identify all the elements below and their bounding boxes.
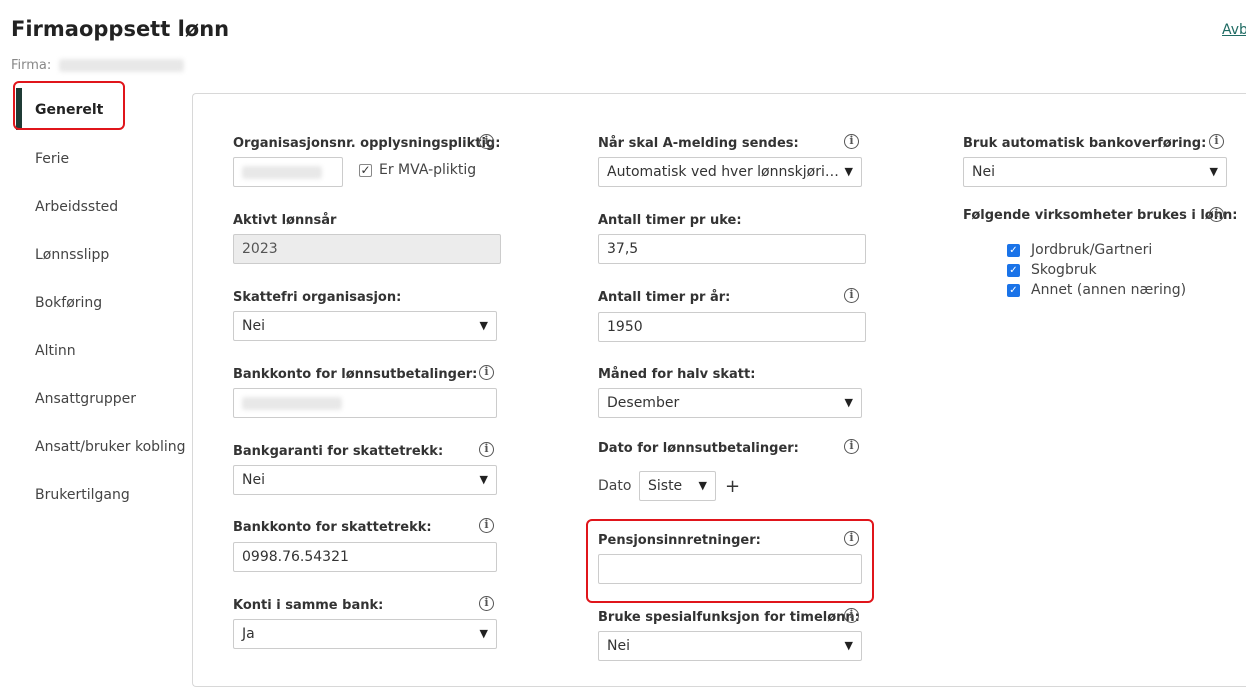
halv-skatt-label: Måned for halv skatt: [598, 367, 756, 382]
timer-ar-label: Antall timer pr år: [598, 290, 731, 305]
cancel-link[interactable]: Avb [1222, 22, 1246, 38]
info-icon[interactable]: i [479, 134, 494, 149]
company-name-redacted [59, 59, 185, 72]
mva-checkbox[interactable]: ✓ [359, 164, 372, 177]
sidebar-item-lonnsslipp[interactable]: Lønnsslipp [35, 247, 109, 263]
company-line: Firma: [11, 58, 185, 73]
info-icon[interactable]: i [844, 608, 859, 623]
dato-prefix: Dato [598, 478, 632, 494]
info-icon[interactable]: i [479, 596, 494, 611]
skogbruk-label: Skogbruk [1031, 262, 1097, 278]
timer-uke-field[interactable]: 37,5 [598, 234, 866, 264]
chevron-down-icon: ▼ [844, 639, 853, 652]
lonnsar-label: Aktivt lønnsår [233, 213, 337, 228]
bankkonto-skatt-label: Bankkonto for skattetrekk: [233, 520, 432, 535]
sidebar-item-ansattgrupper[interactable]: Ansattgrupper [35, 391, 136, 407]
amelding-value: Automatisk ved hver lønnskjøri… [607, 164, 839, 180]
skattefri-value: Nei [242, 318, 265, 334]
sidebar-item-brukertilgang[interactable]: Brukertilgang [35, 487, 130, 503]
jordbruk-label: Jordbruk/Gartneri [1031, 242, 1153, 258]
bankkonto-lonn-label: Bankkonto for lønnsutbetalinger: [233, 367, 478, 382]
info-icon[interactable]: i [844, 134, 859, 149]
chevron-down-icon: ▼ [1209, 165, 1218, 178]
company-label: Firma: [11, 58, 52, 73]
chevron-down-icon: ▼ [479, 627, 488, 640]
jordbruk-checkbox[interactable]: ✓ [1007, 244, 1020, 257]
dato-select[interactable]: Siste ▼ [639, 471, 716, 501]
bankoverforing-value: Nei [972, 164, 995, 180]
info-icon[interactable]: i [844, 531, 859, 546]
page-title: Firmaoppsett lønn [11, 17, 230, 41]
bankgaranti-select[interactable]: Nei ▼ [233, 465, 497, 495]
sidebar-item-generelt[interactable]: Generelt [35, 102, 103, 118]
checkmark-icon: ✓ [360, 163, 371, 177]
sidebar-item-bokforing[interactable]: Bokføring [35, 295, 102, 311]
annet-label: Annet (annen næring) [1031, 282, 1187, 298]
dato-label: Dato for lønnsutbetalinger: [598, 441, 799, 456]
pensjon-field[interactable] [598, 554, 862, 584]
virksomheter-label: Følgende virksomheter brukes i lønn: [963, 208, 1238, 223]
info-icon[interactable]: i [479, 518, 494, 533]
timer-uke-label: Antall timer pr uke: [598, 213, 742, 228]
spesial-select[interactable]: Nei ▼ [598, 631, 862, 661]
checkmark-icon: ✓ [1009, 265, 1018, 276]
info-icon[interactable]: i [1209, 134, 1224, 149]
bankgaranti-label: Bankgaranti for skattetrekk: [233, 444, 444, 459]
info-icon[interactable]: i [479, 365, 494, 380]
spesial-label: Bruke spesialfunksjon for timelønn: [598, 610, 860, 625]
dato-value: Siste [648, 478, 683, 494]
konti-select[interactable]: Ja ▼ [233, 619, 497, 649]
spesial-value: Nei [607, 638, 630, 654]
bankoverforing-select[interactable]: Nei ▼ [963, 157, 1227, 187]
sidebar-item-altinn[interactable]: Altinn [35, 343, 76, 359]
timer-ar-field[interactable]: 1950 [598, 312, 866, 342]
sidebar-item-arbeidssted[interactable]: Arbeidssted [35, 199, 118, 215]
orgnr-label: Organisasjonsnr. opplysningspliktig: [233, 136, 501, 151]
sidebar-item-ansatt-bruker-kobling[interactable]: Ansatt/bruker kobling [35, 439, 186, 455]
info-icon[interactable]: i [844, 288, 859, 303]
chevron-down-icon: ▼ [844, 165, 853, 178]
annet-checkbox[interactable]: ✓ [1007, 284, 1020, 297]
skogbruk-checkbox[interactable]: ✓ [1007, 264, 1020, 277]
amelding-label: Når skal A-melding sendes: [598, 136, 799, 151]
skattefri-label: Skattefri organisasjon: [233, 290, 402, 305]
add-date-plus-icon[interactable]: + [725, 476, 740, 497]
info-icon[interactable]: i [479, 442, 494, 457]
chevron-down-icon: ▼ [698, 479, 707, 492]
amelding-select[interactable]: Automatisk ved hver lønnskjøri… ▼ [598, 157, 862, 187]
lonnsar-field: 2023 [233, 234, 501, 264]
info-icon[interactable]: i [1209, 207, 1224, 222]
chevron-down-icon: ▼ [479, 473, 488, 486]
bankkonto-lonn-field[interactable] [233, 388, 497, 418]
mva-label: Er MVA-pliktig [379, 162, 477, 178]
pensjon-label: Pensjonsinnretninger: [598, 533, 761, 548]
bankkonto-skatt-field[interactable]: 0998.76.54321 [233, 542, 497, 572]
chevron-down-icon: ▼ [844, 396, 853, 409]
chevron-down-icon: ▼ [479, 319, 488, 332]
halv-skatt-value: Desember [607, 395, 680, 411]
sidebar-item-ferie[interactable]: Ferie [35, 151, 69, 167]
orgnr-field[interactable] [233, 157, 343, 187]
bankoverforing-label: Bruk automatisk bankoverføring: [963, 136, 1207, 151]
bankgaranti-value: Nei [242, 472, 265, 488]
checkmark-icon: ✓ [1009, 285, 1018, 296]
checkmark-icon: ✓ [1009, 245, 1018, 256]
skattefri-select[interactable]: Nei ▼ [233, 311, 497, 341]
konti-label: Konti i samme bank: [233, 598, 384, 613]
halv-skatt-select[interactable]: Desember ▼ [598, 388, 862, 418]
bankkonto-lonn-value-redacted [242, 396, 342, 410]
konti-value: Ja [242, 626, 255, 642]
info-icon[interactable]: i [844, 439, 859, 454]
orgnr-value-redacted [242, 165, 322, 179]
